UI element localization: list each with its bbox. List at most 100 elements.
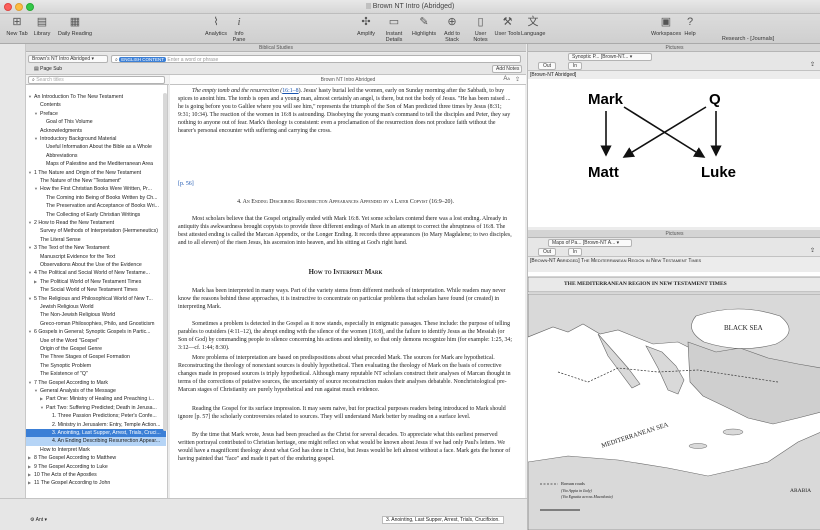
zoom-out-button-bottom[interactable]: Out: [538, 248, 556, 256]
toc-item[interactable]: 2. Ministry in Jerusalem: Entry, Temple …: [26, 421, 166, 430]
toc-item[interactable]: ▼ General Analysis of the Message: [26, 387, 166, 396]
sidebar-search-input[interactable]: ⌕ Search titles: [28, 76, 165, 84]
toc-item[interactable]: ▼ 5 The Religious and Philosophical World…: [26, 295, 166, 304]
page-sub-label[interactable]: ▤ Page Sub: [34, 66, 62, 72]
share-icon[interactable]: ⇪: [810, 247, 815, 254]
toc-item[interactable]: Manuscript Evidence for the Text: [26, 253, 166, 262]
node-q: Q: [709, 91, 721, 108]
toc-item[interactable]: ▼ 7 The Gospel According to Mark: [26, 379, 166, 388]
toc-item[interactable]: 1. Three Passion Predictions; Peter's Co…: [26, 412, 166, 421]
arabia-label: ARABIA: [790, 488, 812, 494]
toc-item[interactable]: ▼ Introductory Background Material: [26, 135, 166, 144]
toc-item[interactable]: ▼ How the First Christian Books Were Writ…: [26, 185, 166, 194]
toc-item-label: 5 The Religious and Philosophical World …: [34, 295, 153, 302]
toc-item[interactable]: ▼ 1 The Nature and Origin of the New Test…: [26, 169, 166, 178]
add-to-stack-button[interactable]: ⊕ Add to Stack: [437, 16, 467, 43]
toc-item[interactable]: The Social World of New Testament Times: [26, 286, 166, 295]
zoom-out-button-top[interactable]: Out: [538, 62, 556, 70]
toc-item[interactable]: ▶ 10 The Acts of the Apostles: [26, 471, 166, 480]
toc-item[interactable]: ▶ 8 The Gospel According to Matthew: [26, 454, 166, 463]
toc-item[interactable]: The Literal Sense: [26, 236, 166, 245]
page-marker-56[interactable]: [p. 56]: [178, 180, 513, 188]
toc-item-label: Greco-roman Philosophies, Philo, and Gno…: [40, 320, 155, 327]
toc-item[interactable]: The Preservation and Acceptance of Books…: [26, 202, 166, 211]
zoom-in-button-top[interactable]: In: [568, 62, 582, 70]
toc-item[interactable]: 3. Anointing, Last Supper, Arrest, Trial…: [26, 429, 166, 438]
toc-item[interactable]: Maps of Palestine and the Mediterranean …: [26, 160, 166, 169]
toc-item[interactable]: ▼ 6 Gospels in General; Synoptic Gospels …: [26, 328, 166, 337]
toc-item[interactable]: Jewish Religious World: [26, 303, 166, 312]
toc-item[interactable]: ▶ 11 The Gospel According to John: [26, 479, 166, 488]
toc-item[interactable]: Goal of This Volume: [26, 118, 166, 127]
search-input[interactable]: ⌕ ENGLISH CONTENT Enter a word or phrase: [111, 55, 521, 63]
daily-reading-button[interactable]: ▦ Daily Reading: [54, 16, 96, 37]
toc-item[interactable]: Greco-roman Philosophies, Philo, and Gno…: [26, 320, 166, 329]
highlights-button[interactable]: ✎ Highlights: [411, 16, 437, 37]
toc-item[interactable]: ▼ 3 The Text of the New Testament: [26, 244, 166, 253]
toc-item[interactable]: 4. An Ending Describing Resurrection App…: [26, 437, 166, 446]
details-icon: ▭: [388, 16, 400, 28]
synoptic-diagram-svg: Mark Q Matt Luke: [588, 91, 736, 181]
toc-item-label: The Collecting of Early Christian Writin…: [46, 211, 141, 218]
sidebar-scrollbar[interactable]: [163, 93, 167, 431]
share-icon[interactable]: ⇪: [810, 61, 815, 68]
toc-item[interactable]: ▼ Part Two: Suffering Predicted; Death in…: [26, 404, 166, 413]
analytics-button[interactable]: ⌇ Analytics: [204, 16, 228, 37]
toc-item[interactable]: ▶ 9 The Gospel According to Luke: [26, 463, 166, 472]
pictures-tab-top[interactable]: Pictures: [528, 44, 820, 52]
calendar-icon: ▦: [69, 16, 81, 28]
toc-item[interactable]: The Collecting of Early Christian Writin…: [26, 211, 166, 220]
toc-item[interactable]: Use of the Word "Gospel": [26, 337, 166, 346]
user-notes-button[interactable]: ▯ User Notes: [467, 16, 494, 43]
toc-item[interactable]: Acknowledgments: [26, 127, 166, 136]
toc-item[interactable]: Origin of the Gospel Genre: [26, 345, 166, 354]
toc-item-label: General Analysis of the Message: [40, 388, 116, 394]
toc-item[interactable]: Contents: [26, 101, 166, 110]
instant-details-button[interactable]: ▭ Instant Details: [377, 16, 411, 43]
toc-item[interactable]: Useful Information About the Bible as a …: [26, 143, 166, 152]
info-pane-button[interactable]: i Info Pane: [228, 16, 250, 43]
workspaces-button[interactable]: ▣ Workspaces: [651, 16, 681, 37]
toc-item[interactable]: The Nature of the New "Testament": [26, 177, 166, 186]
status-bar: ⚙ Ant ▾ 3. Anointing, Last Supper, Arres…: [0, 498, 527, 530]
share-icon[interactable]: ⇪: [515, 76, 520, 83]
language-indicator[interactable]: ⚙ Ant ▾: [30, 517, 47, 523]
toc-item[interactable]: ▶ Part One: Ministry of Healing and Preac…: [26, 395, 166, 404]
toc-item[interactable]: Survey of Methods of Interpretation (Her…: [26, 227, 166, 236]
scripture-link[interactable]: 16:1–8: [282, 88, 298, 94]
toc-item-label: The Coming into Being of Books Written b…: [46, 194, 158, 201]
toc-item[interactable]: ▶ The Political World of New Testament Ti…: [26, 278, 166, 287]
toc-item-label: 4 The Political and Social World of New …: [34, 270, 150, 277]
toc-item[interactable]: ▼ 4 The Political and Social World of New…: [26, 269, 166, 278]
module-select[interactable]: Brown's NT Intro Abridged ▾: [28, 55, 108, 63]
highlight-icon: ✎: [419, 16, 429, 28]
language-button[interactable]: 文 Language: [521, 16, 545, 37]
toc-item[interactable]: ▼ An Introduction To The New Testament: [26, 93, 166, 102]
legend-via-egnatia: (Via Egnatia across Macedonia): [561, 494, 613, 499]
add-notes-button[interactable]: Add Notes ▾: [492, 65, 522, 73]
library-button[interactable]: ▤ Library: [32, 16, 52, 37]
toc-item[interactable]: The Coming into Being of Books Written b…: [26, 194, 166, 203]
new-tab-button[interactable]: ⊞ New Tab: [4, 16, 30, 37]
research-workspace-label[interactable]: Research - [Journals]: [718, 36, 778, 42]
help-button[interactable]: ? Help: [682, 16, 698, 37]
toc-item[interactable]: The Synoptic Problem: [26, 362, 166, 371]
user-tools-button[interactable]: ⚒ User Tools: [494, 16, 521, 37]
toc-item[interactable]: The Existence of "Q": [26, 370, 166, 379]
toc-item[interactable]: How to Interpret Mark: [26, 446, 166, 455]
picture-select-bottom[interactable]: Maps of Pa... [Brown-NT A... ▾: [548, 239, 632, 247]
amplify-button[interactable]: ✣ Amplify: [356, 16, 376, 37]
center-pane-tab[interactable]: Biblical Studies: [26, 44, 526, 52]
pictures-tab-bottom[interactable]: Pictures: [528, 230, 820, 238]
text-size-icon[interactable]: AA: [503, 76, 510, 82]
toc-item[interactable]: The Non-Jewish Religious World: [26, 311, 166, 320]
toc-item[interactable]: Abbreviations: [26, 152, 166, 161]
toc-item-label: Preface: [40, 110, 58, 117]
toc-item[interactable]: ▼ Preface: [26, 110, 166, 119]
search-scope-token[interactable]: ENGLISH CONTENT: [119, 57, 166, 62]
picture-select-top[interactable]: Synoptic P... [Brown-NT... ▾: [568, 53, 652, 61]
toc-item[interactable]: Observations About the Use of the Eviden…: [26, 261, 166, 270]
toc-item[interactable]: The Three Stages of Gospel Formation: [26, 353, 166, 362]
toc-item[interactable]: ▼ 2 How to Read the New Testament: [26, 219, 166, 228]
zoom-in-button-bottom[interactable]: In: [568, 248, 582, 256]
